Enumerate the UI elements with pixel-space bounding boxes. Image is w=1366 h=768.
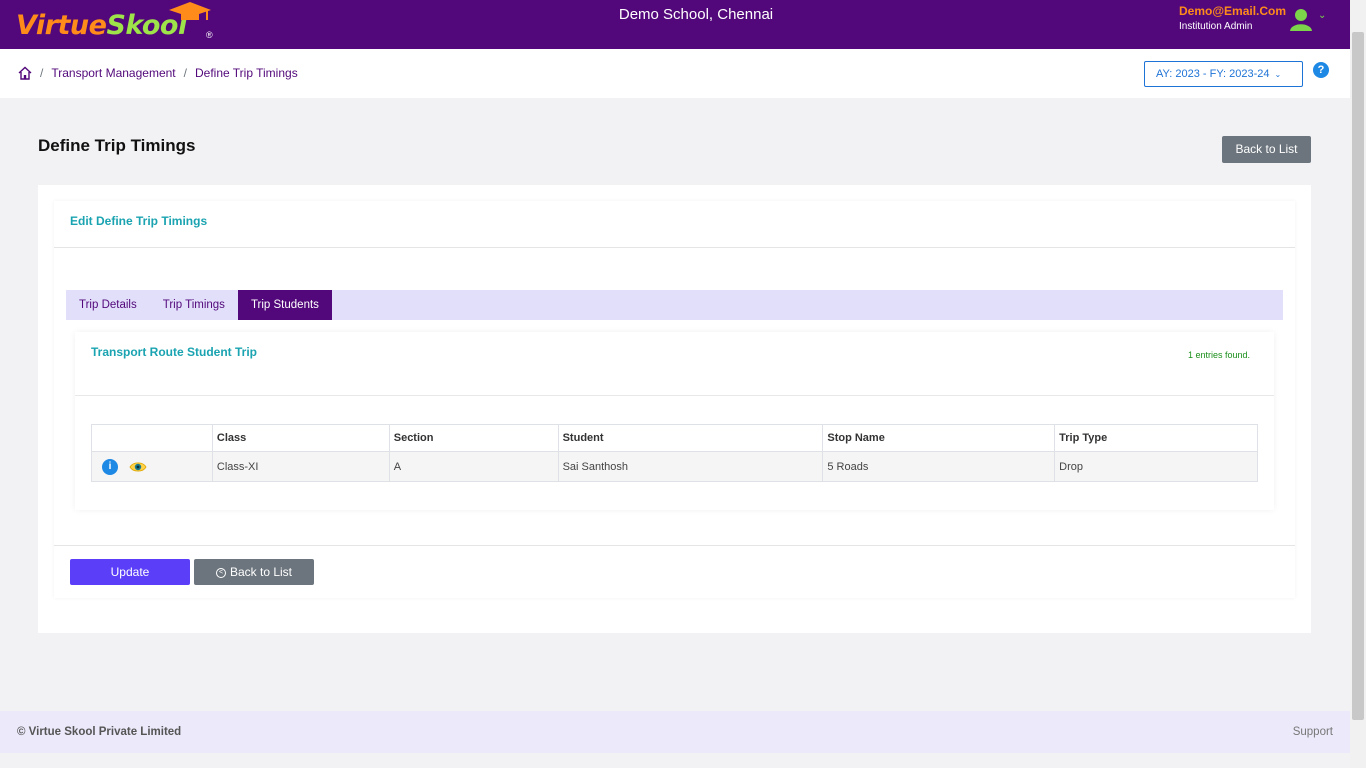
tab-trip-students[interactable]: Trip Students <box>237 290 332 320</box>
divider <box>75 395 1274 396</box>
column-header-class[interactable]: Class <box>211 424 390 452</box>
cell-trip-type: Drop <box>1054 451 1258 482</box>
tab-strip: Trip Details Trip Timings Trip Students <box>66 290 1283 320</box>
back-to-list-button[interactable]: Back to List <box>1222 136 1311 163</box>
column-header-stop-name[interactable]: Stop Name <box>822 424 1056 452</box>
cell-section: A <box>388 451 559 482</box>
tab-trip-details[interactable]: Trip Details <box>66 290 150 320</box>
divider <box>54 247 1295 248</box>
column-header-section[interactable]: Section <box>388 424 559 452</box>
breadcrumb-define-trip-timings[interactable]: Define Trip Timings <box>195 66 298 80</box>
academic-year-value: AY: 2023 - FY: 2023-24 <box>1156 68 1270 80</box>
copyright-text: © Virtue Skool Private Limited <box>17 726 182 738</box>
entries-found-count: 1 entries found. <box>1187 350 1250 360</box>
main-card: Edit Define Trip Timings Trip Details Tr… <box>38 185 1311 633</box>
back-arrow-icon: < <box>215 567 226 578</box>
divider <box>54 545 1295 546</box>
student-trip-table: Class Section Student Stop Name Trip Typ… <box>91 424 1258 482</box>
top-header: VirtueSkool ® Demo School, Chennai Demo@… <box>0 0 1350 49</box>
back-to-list-label: Back to List <box>229 565 293 579</box>
user-menu-chevron-icon[interactable]: ⌄ <box>1318 10 1326 21</box>
vertical-scrollbar[interactable] <box>1350 0 1366 768</box>
update-button[interactable]: Update <box>70 559 190 585</box>
home-icon[interactable] <box>18 66 32 80</box>
table-row: i Class-XI A Sai Santhosh 5 Roads Drop <box>91 451 1258 482</box>
school-name: Demo School, Chennai <box>618 6 774 23</box>
breadcrumb-separator: / <box>40 66 44 80</box>
tab-trip-timings[interactable]: Trip Timings <box>150 290 238 320</box>
cell-class: Class-XI <box>211 451 390 482</box>
breadcrumb: / Transport Management / Define Trip Tim… <box>18 66 298 80</box>
edit-trip-timings-card: Edit Define Trip Timings Trip Details Tr… <box>54 201 1295 598</box>
column-header-trip-type[interactable]: Trip Type <box>1054 424 1258 452</box>
chevron-down-icon: ⌄ <box>1274 69 1282 79</box>
scrollbar-thumb[interactable] <box>1352 32 1364 720</box>
user-avatar-icon[interactable] <box>1289 7 1313 31</box>
table-header-row: Class Section Student Stop Name Trip Typ… <box>91 424 1258 452</box>
eye-icon[interactable] <box>129 461 147 473</box>
page-footer: © Virtue Skool Private Limited Support <box>0 711 1350 753</box>
cell-student: Sai Santhosh <box>557 451 824 482</box>
student-trip-title: Transport Route Student Trip <box>91 345 258 359</box>
academic-year-select[interactable]: AY: 2023 - FY: 2023-24 ⌄ <box>1144 61 1303 87</box>
page-title: Define Trip Timings <box>38 136 196 155</box>
support-link[interactable]: Support <box>1293 726 1333 738</box>
edit-card-title: Edit Define Trip Timings <box>70 214 208 228</box>
breadcrumb-separator: / <box>183 66 187 80</box>
breadcrumb-transport-management[interactable]: Transport Management <box>51 66 175 80</box>
registered-mark: ® <box>206 30 213 40</box>
info-icon[interactable]: i <box>102 458 118 475</box>
back-to-list-bottom-button[interactable]: < Back to List <box>194 559 314 585</box>
student-trip-card: Transport Route Student Trip 1 entries f… <box>75 332 1274 510</box>
row-actions-cell: i <box>91 451 213 482</box>
user-role: Institution Admin <box>1179 21 1253 32</box>
user-email[interactable]: Demo@Email.Com <box>1179 4 1286 18</box>
column-header-student[interactable]: Student <box>557 424 824 452</box>
column-header-actions <box>91 424 213 452</box>
help-icon[interactable]: ? <box>1313 62 1329 78</box>
cell-stop-name: 5 Roads <box>822 451 1056 482</box>
